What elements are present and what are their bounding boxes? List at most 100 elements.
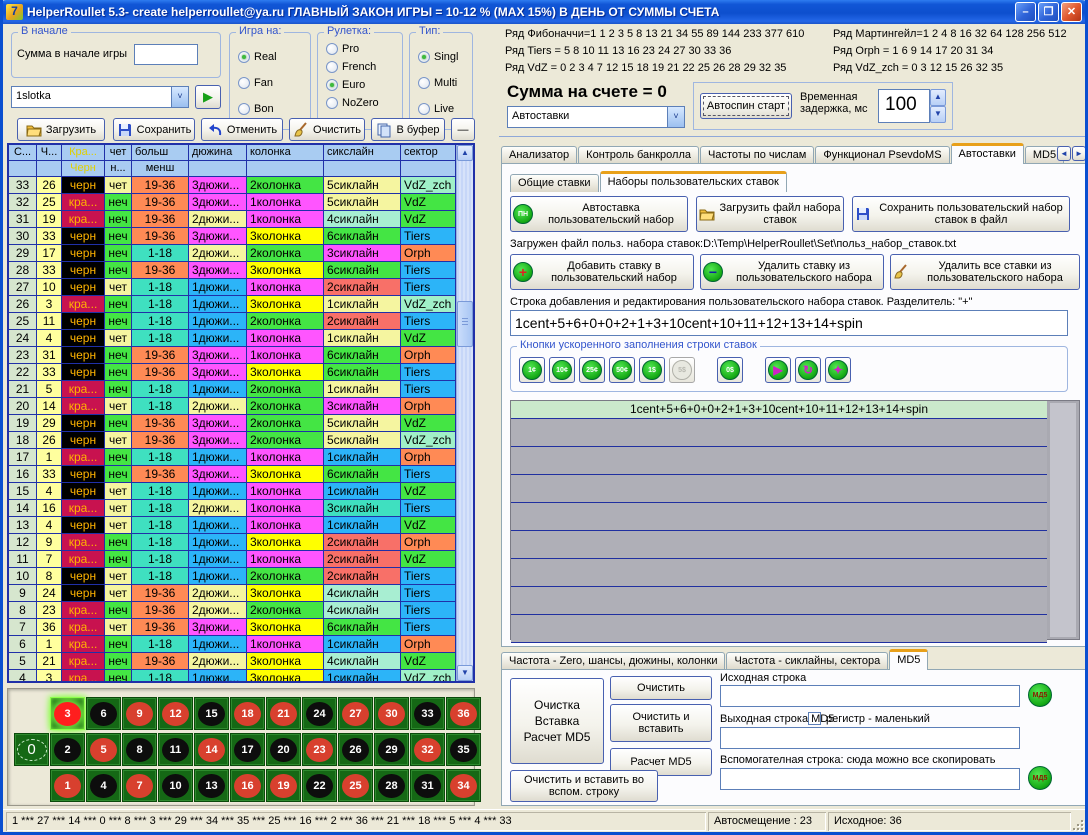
parity-cell[interactable]: неч: [105, 551, 132, 568]
color-cell[interactable]: черн: [62, 432, 105, 449]
color-cell[interactable]: кра...: [62, 534, 105, 551]
table-header[interactable]: [401, 161, 456, 177]
sixline-cell[interactable]: 4сиклайн: [324, 585, 401, 602]
run-slot-button[interactable]: ▶: [195, 85, 221, 109]
color-cell[interactable]: черн: [62, 364, 105, 381]
board-cell-3[interactable]: 3: [50, 697, 85, 730]
table-header[interactable]: менш: [132, 161, 189, 177]
table-header[interactable]: [189, 161, 247, 177]
bottom-tab-2[interactable]: Частота - сиклайны, сектора: [726, 652, 888, 670]
spin-cell[interactable]: 13: [9, 517, 37, 534]
resize-grip[interactable]: [1071, 818, 1083, 830]
scroll-down-icon[interactable]: ▼: [457, 665, 473, 681]
parity-cell[interactable]: чет: [105, 568, 132, 585]
column-cell[interactable]: 3колонка: [247, 619, 324, 636]
table-header[interactable]: [247, 161, 324, 177]
color-cell[interactable]: кра...: [62, 449, 105, 466]
number-cell[interactable]: 4: [37, 517, 62, 534]
sector-cell[interactable]: Orph: [401, 449, 456, 466]
spin-cell[interactable]: 4: [9, 670, 37, 683]
number-cell[interactable]: 8: [37, 568, 62, 585]
tab-4[interactable]: Функционал PsevdoMS: [815, 146, 949, 164]
radio-french[interactable]: French: [326, 61, 376, 73]
sixline-cell[interactable]: 2сиклайн: [324, 568, 401, 585]
sixline-cell[interactable]: 5сиклайн: [324, 432, 401, 449]
range-cell[interactable]: 19-36: [132, 415, 189, 432]
column-cell[interactable]: 1колонка: [247, 211, 324, 228]
board-cell-6[interactable]: 6: [86, 697, 121, 730]
board-cell-28[interactable]: 28: [374, 769, 409, 802]
board-cell-4[interactable]: 4: [86, 769, 121, 802]
delay-up-button[interactable]: ▲: [930, 89, 946, 106]
column-cell[interactable]: 1колонка: [247, 551, 324, 568]
sector-cell[interactable]: Orph: [401, 347, 456, 364]
spin-cell[interactable]: 25: [9, 313, 37, 330]
spin-cell[interactable]: 15: [9, 483, 37, 500]
sixline-cell[interactable]: 6сиклайн: [324, 228, 401, 245]
delay-value[interactable]: 100: [878, 89, 930, 123]
table-header[interactable]: н...: [105, 161, 132, 177]
column-cell[interactable]: 1колонка: [247, 330, 324, 347]
column-cell[interactable]: 2колонка: [247, 432, 324, 449]
range-cell[interactable]: 1-18: [132, 500, 189, 517]
range-cell[interactable]: 19-36: [132, 194, 189, 211]
sector-cell[interactable]: Orph: [401, 245, 456, 262]
sector-cell[interactable]: Tiers: [401, 585, 456, 602]
md5-big-button[interactable]: Очистка Вставка Расчет MD5: [510, 678, 604, 764]
color-cell[interactable]: черн: [62, 483, 105, 500]
board-cell-17[interactable]: 17: [230, 733, 265, 766]
range-cell[interactable]: 19-36: [132, 466, 189, 483]
radio-live[interactable]: Live: [418, 103, 454, 115]
quick-spin-button[interactable]: ✦: [825, 357, 851, 383]
parity-cell[interactable]: неч: [105, 211, 132, 228]
spin-cell[interactable]: 12: [9, 534, 37, 551]
sixline-cell[interactable]: 2сиклайн: [324, 551, 401, 568]
bet-set-empty-row[interactable]: [511, 447, 1047, 475]
number-cell[interactable]: 24: [37, 585, 62, 602]
number-cell[interactable]: 3: [37, 296, 62, 313]
dozen-cell[interactable]: 3дюжи...: [189, 177, 247, 194]
color-cell[interactable]: кра...: [62, 653, 105, 670]
bet-set-row[interactable]: 1cent+5+6+0+0+2+1+3+10cent+10+11+12+13+1…: [511, 401, 1047, 419]
table-header[interactable]: дюжина: [189, 145, 247, 161]
parity-cell[interactable]: чет: [105, 619, 132, 636]
bet-string-input[interactable]: [511, 311, 1067, 335]
board-cell-30[interactable]: 30: [374, 697, 409, 730]
range-cell[interactable]: 1-18: [132, 330, 189, 347]
spin-cell[interactable]: 24: [9, 330, 37, 347]
column-cell[interactable]: 2колонка: [247, 381, 324, 398]
sixline-cell[interactable]: 4сиклайн: [324, 602, 401, 619]
spin-cell[interactable]: 30: [9, 228, 37, 245]
spin-cell[interactable]: 23: [9, 347, 37, 364]
range-cell[interactable]: 1-18: [132, 568, 189, 585]
column-cell[interactable]: 3колонка: [247, 534, 324, 551]
color-cell[interactable]: кра...: [62, 670, 105, 683]
parity-cell[interactable]: неч: [105, 415, 132, 432]
board-cell-11[interactable]: 11: [158, 733, 193, 766]
radio-fan[interactable]: Fan: [238, 77, 273, 89]
dozen-cell[interactable]: 3дюжи...: [189, 415, 247, 432]
range-cell[interactable]: 19-36: [132, 585, 189, 602]
color-cell[interactable]: черн: [62, 585, 105, 602]
board-cell-0[interactable]: 0: [14, 733, 49, 766]
spin-cell[interactable]: 28: [9, 262, 37, 279]
sixline-cell[interactable]: 1сиклайн: [324, 330, 401, 347]
number-cell[interactable]: 5: [37, 381, 62, 398]
color-cell[interactable]: черн: [62, 347, 105, 364]
range-cell[interactable]: 1-18: [132, 636, 189, 653]
tab-5[interactable]: Автоставки: [951, 143, 1024, 164]
parity-cell[interactable]: неч: [105, 602, 132, 619]
board-cell-19[interactable]: 19: [266, 769, 301, 802]
spin-cell[interactable]: 6: [9, 636, 37, 653]
quick-bet-button-50c[interactable]: 50¢: [609, 357, 635, 383]
board-cell-10[interactable]: 10: [158, 769, 193, 802]
range-cell[interactable]: 19-36: [132, 347, 189, 364]
dozen-cell[interactable]: 3дюжи...: [189, 619, 247, 636]
dozen-cell[interactable]: 2дюжи...: [189, 602, 247, 619]
color-cell[interactable]: кра...: [62, 619, 105, 636]
bottom-tab-3[interactable]: MD5: [889, 649, 928, 670]
sector-cell[interactable]: VdZ: [401, 330, 456, 347]
dozen-cell[interactable]: 3дюжи...: [189, 347, 247, 364]
dozen-cell[interactable]: 3дюжи...: [189, 364, 247, 381]
spin-cell[interactable]: 11: [9, 551, 37, 568]
